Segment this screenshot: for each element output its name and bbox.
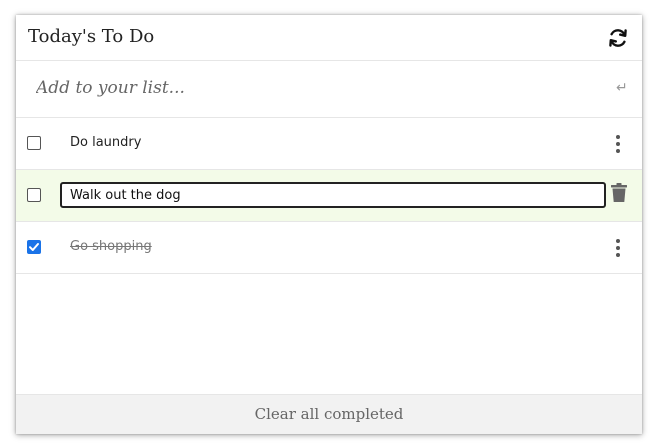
more-options-icon[interactable] (612, 134, 624, 154)
todo-label[interactable]: Go shopping (70, 239, 152, 254)
todo-checkbox-checked[interactable] (27, 240, 41, 254)
trash-icon[interactable] (610, 183, 628, 203)
page-title: Today's To Do (28, 26, 155, 47)
clear-completed-button[interactable]: Clear all completed (255, 405, 404, 423)
todo-item: Do laundry (16, 118, 642, 170)
add-item-bar: ↵ (16, 61, 642, 118)
todo-label[interactable]: Do laundry (70, 135, 141, 150)
footer: Clear all completed (16, 394, 642, 434)
todo-item-editing (16, 170, 642, 222)
more-options-icon[interactable] (612, 238, 624, 258)
todo-checkbox[interactable] (27, 136, 41, 150)
todo-card: Today's To Do ↵ Do laundry (16, 15, 642, 434)
todo-edit-input[interactable] (60, 182, 606, 208)
add-item-input[interactable] (32, 73, 600, 103)
todo-checkbox[interactable] (27, 188, 41, 202)
refresh-icon[interactable] (606, 26, 630, 50)
todo-item-completed: Go shopping (16, 222, 642, 274)
enter-icon[interactable]: ↵ (616, 80, 628, 96)
checkmark-icon (29, 243, 39, 251)
header: Today's To Do (16, 15, 642, 61)
